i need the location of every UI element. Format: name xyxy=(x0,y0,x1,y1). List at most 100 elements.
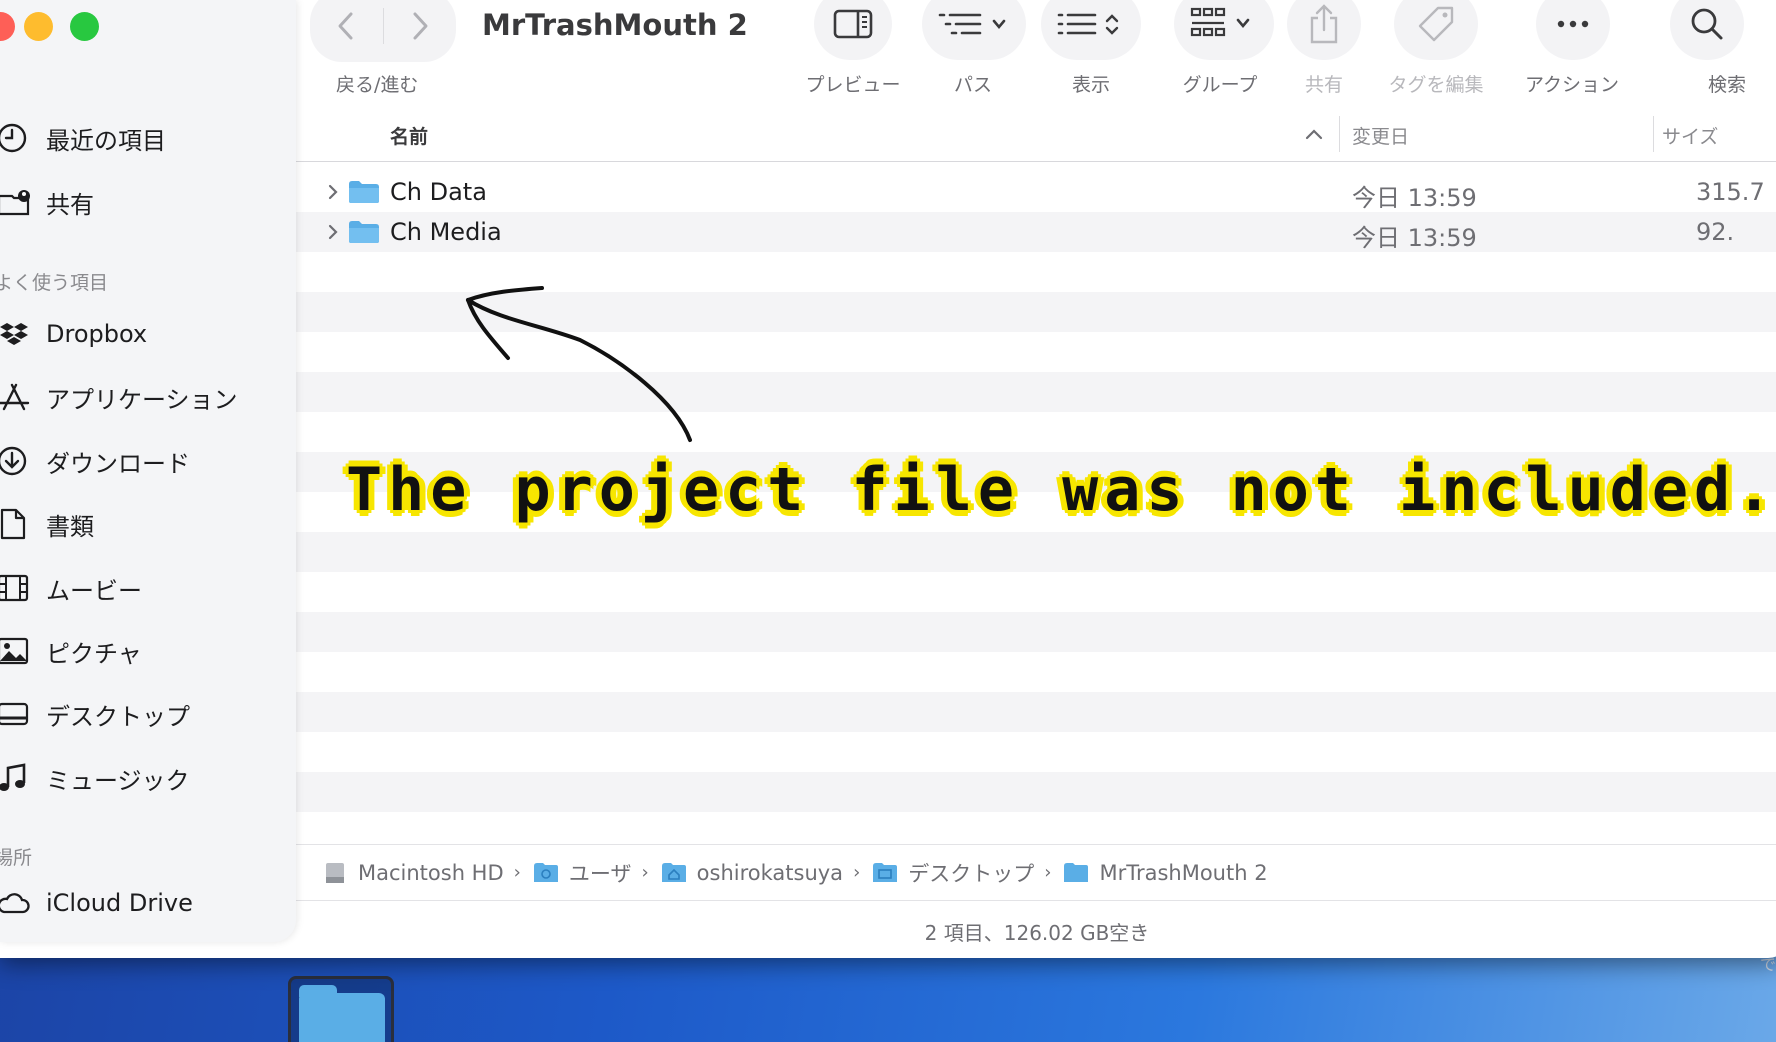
file-date: 今日 13:59 xyxy=(1352,184,1477,212)
share-button[interactable] xyxy=(1287,0,1361,60)
edit-tags-button[interactable] xyxy=(1394,0,1478,60)
document-icon xyxy=(0,508,30,540)
disclosure-chevron-icon[interactable] xyxy=(326,222,340,242)
empty-row xyxy=(296,532,1776,572)
desktop-folder-icon[interactable] xyxy=(288,976,394,1042)
search-icon xyxy=(1691,8,1723,40)
chevron-right-icon xyxy=(413,12,428,40)
sidebar: 最近の項目 共有 よく使う項目 Dropbox アプリケーション ダウンロード … xyxy=(0,0,296,942)
column-size[interactable]: サイズ xyxy=(1662,122,1718,149)
column-divider[interactable] xyxy=(1653,116,1654,152)
sidebar-item-movies[interactable]: ムービー xyxy=(0,568,142,608)
path-button[interactable] xyxy=(922,0,1026,60)
toolbar-label-view: 表示 xyxy=(1071,74,1111,96)
sidebar-item-downloads[interactable]: ダウンロード xyxy=(0,441,190,481)
sidebar-item-pictures[interactable]: ピクチャ xyxy=(0,631,142,671)
sidebar-item-desktop[interactable]: デスクトップ xyxy=(0,694,190,734)
column-date[interactable]: 変更日 xyxy=(1352,122,1409,149)
toolbar: 戻る/進む MrTrashMouth 2 プレビュー パス 表示 グループ 共有 xyxy=(296,0,1776,106)
path-crumb[interactable]: Macintosh HD xyxy=(322,861,504,885)
folder-icon xyxy=(349,181,379,203)
music-note-icon xyxy=(0,762,30,794)
sidebar-item-label: 書類 xyxy=(46,512,94,541)
sidebar-item-label: ムービー xyxy=(46,576,142,605)
preview-button[interactable] xyxy=(814,0,892,60)
file-row[interactable]: Ch Media 今日 13:59 92. xyxy=(296,212,1776,252)
nav-label: 戻る/進む xyxy=(336,74,419,96)
search-button[interactable] xyxy=(1670,0,1744,60)
folder-icon xyxy=(349,221,379,243)
sidebar-item-recents[interactable]: 最近の項目 xyxy=(0,118,166,158)
back-forward-control xyxy=(310,0,456,62)
users-folder-icon xyxy=(533,862,558,882)
zoom-button[interactable] xyxy=(70,12,99,41)
sidebar-item-label: Dropbox xyxy=(46,320,148,348)
sidebar-item-shared[interactable]: 共有 xyxy=(0,182,94,222)
sidebar-item-label: 最近の項目 xyxy=(46,126,166,155)
desktop-folder-icon xyxy=(873,862,898,882)
file-size: 315.7 xyxy=(1696,178,1765,206)
path-crumb[interactable]: ユーザ xyxy=(533,858,632,888)
sidebar-item-documents[interactable]: 書類 xyxy=(0,504,94,544)
path-crumb-label: ユーザ xyxy=(568,861,632,886)
tag-icon xyxy=(1418,6,1454,42)
file-row[interactable]: Ch Data 今日 13:59 315.7 xyxy=(296,172,1776,212)
path-crumb[interactable]: デスクトップ xyxy=(872,858,1034,888)
action-button[interactable] xyxy=(1536,0,1610,60)
toolbar-label-share: 共有 xyxy=(1304,74,1344,96)
path-separator-icon: › xyxy=(1044,862,1052,883)
sidebar-item-applications[interactable]: アプリケーション xyxy=(0,377,238,417)
photo-icon xyxy=(0,635,30,667)
empty-row xyxy=(296,772,1776,812)
group-grid-icon xyxy=(1190,7,1250,37)
column-header: 名前 変更日 サイズ xyxy=(296,105,1776,162)
sidebar-item-label: 共有 xyxy=(46,190,94,219)
forward-button[interactable] xyxy=(384,0,457,56)
empty-row xyxy=(296,732,1776,772)
cloud-icon xyxy=(0,887,30,919)
hard-drive-icon xyxy=(326,862,344,883)
toolbar-label-preview: プレビュー xyxy=(805,74,901,96)
toolbar-label-search: 検索 xyxy=(1707,74,1747,96)
sidebar-item-icloud-drive[interactable]: iCloud Drive xyxy=(0,883,193,923)
file-date: 今日 13:59 xyxy=(1352,224,1477,252)
toolbar-label-action: アクション xyxy=(1524,74,1620,96)
annotation-arrow xyxy=(466,286,692,442)
close-button[interactable] xyxy=(0,12,15,41)
file-size: 92. xyxy=(1696,218,1735,246)
window-title: MrTrashMouth 2 xyxy=(482,8,748,42)
path-crumb[interactable]: oshirokatsuya xyxy=(661,861,843,885)
minimize-button[interactable] xyxy=(24,12,53,41)
film-icon xyxy=(0,572,30,604)
sidebar-item-label: ダウンロード xyxy=(46,449,190,478)
toolbar-label-group: グループ xyxy=(1182,74,1258,96)
folder-icon xyxy=(1064,862,1089,882)
status-bar: 2 項目、126.02 GB空き xyxy=(296,900,1776,958)
column-name[interactable]: 名前 xyxy=(390,122,428,149)
group-button[interactable] xyxy=(1174,0,1274,60)
sort-ascending-icon[interactable] xyxy=(1304,126,1324,142)
path-crumb-label: oshirokatsuya xyxy=(696,860,844,885)
list-view-icon xyxy=(1057,13,1119,35)
empty-row xyxy=(296,652,1776,692)
path-bar: Macintosh HD › ユーザ › oshirokatsuya › デスク… xyxy=(296,844,1776,900)
view-button[interactable] xyxy=(1041,0,1141,60)
path-crumb[interactable]: MrTrashMouth 2 xyxy=(1063,861,1268,885)
dropbox-icon xyxy=(0,318,30,350)
sidebar-section-locations: 場所 xyxy=(0,847,33,869)
back-button[interactable] xyxy=(310,0,383,56)
sidebar-item-dropbox[interactable]: Dropbox xyxy=(0,314,147,354)
ellipsis-icon xyxy=(1557,20,1589,28)
file-name: Ch Data xyxy=(390,178,487,206)
disclosure-chevron-icon[interactable] xyxy=(326,182,340,202)
toolbar-label-path: パス xyxy=(953,74,993,96)
sidebar-item-label: デスクトップ xyxy=(46,702,190,731)
file-name: Ch Media xyxy=(390,218,502,246)
sidebar-item-music[interactable]: ミュージック xyxy=(0,758,190,798)
column-divider[interactable] xyxy=(1339,116,1340,152)
toolbar-label-tags: タグを編集 xyxy=(1388,74,1484,96)
applications-icon xyxy=(0,381,30,413)
shared-folder-icon xyxy=(0,186,30,218)
path-separator-icon: › xyxy=(853,862,861,883)
empty-row xyxy=(296,612,1776,652)
